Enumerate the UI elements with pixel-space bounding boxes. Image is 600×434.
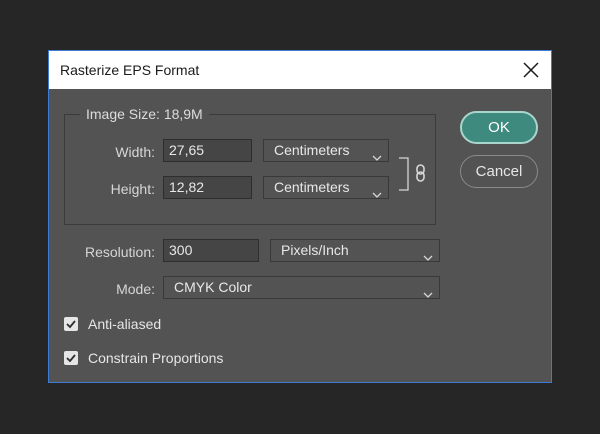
height-unit-select[interactable]: Centimeters	[263, 176, 389, 199]
resolution-input[interactable]: 300	[163, 239, 259, 262]
resolution-unit-select[interactable]: Pixels/Inch	[270, 239, 440, 262]
anti-aliased-checkbox[interactable]	[64, 317, 78, 331]
chevron-down-icon	[423, 247, 433, 261]
chevron-down-icon	[372, 147, 382, 161]
resolution-label: Resolution:	[84, 244, 155, 260]
width-input[interactable]: 27,65	[163, 139, 252, 162]
height-label: Height:	[110, 181, 155, 197]
width-unit-select[interactable]: Centimeters	[263, 139, 389, 162]
dialog-title: Rasterize EPS Format	[60, 62, 200, 78]
chain-link-icon[interactable]	[397, 157, 427, 191]
constrain-proportions-label[interactable]: Constrain Proportions	[88, 350, 223, 366]
resolution-unit-value: Pixels/Inch	[281, 242, 349, 258]
image-size-group	[64, 114, 436, 225]
anti-aliased-label[interactable]: Anti-aliased	[88, 316, 161, 332]
image-size-legend: Image Size: 18,9M	[80, 106, 209, 122]
chevron-down-icon	[372, 184, 382, 198]
width-label: Width:	[115, 144, 155, 160]
mode-value: CMYK Color	[174, 279, 252, 295]
mode-label: Mode:	[116, 281, 155, 297]
chevron-down-icon	[423, 284, 433, 298]
width-unit-value: Centimeters	[274, 142, 350, 158]
height-input[interactable]: 12,82	[163, 176, 252, 199]
height-unit-value: Centimeters	[274, 179, 350, 195]
rasterize-eps-dialog: Rasterize EPS Format Image Size: 18,9M W…	[48, 50, 552, 383]
title-bar: Rasterize EPS Format	[49, 51, 551, 89]
constrain-proportions-checkbox[interactable]	[64, 351, 78, 365]
cancel-button[interactable]: Cancel	[460, 155, 538, 188]
close-icon[interactable]	[521, 60, 541, 80]
ok-button[interactable]: OK	[460, 111, 538, 144]
mode-select[interactable]: CMYK Color	[163, 276, 440, 299]
